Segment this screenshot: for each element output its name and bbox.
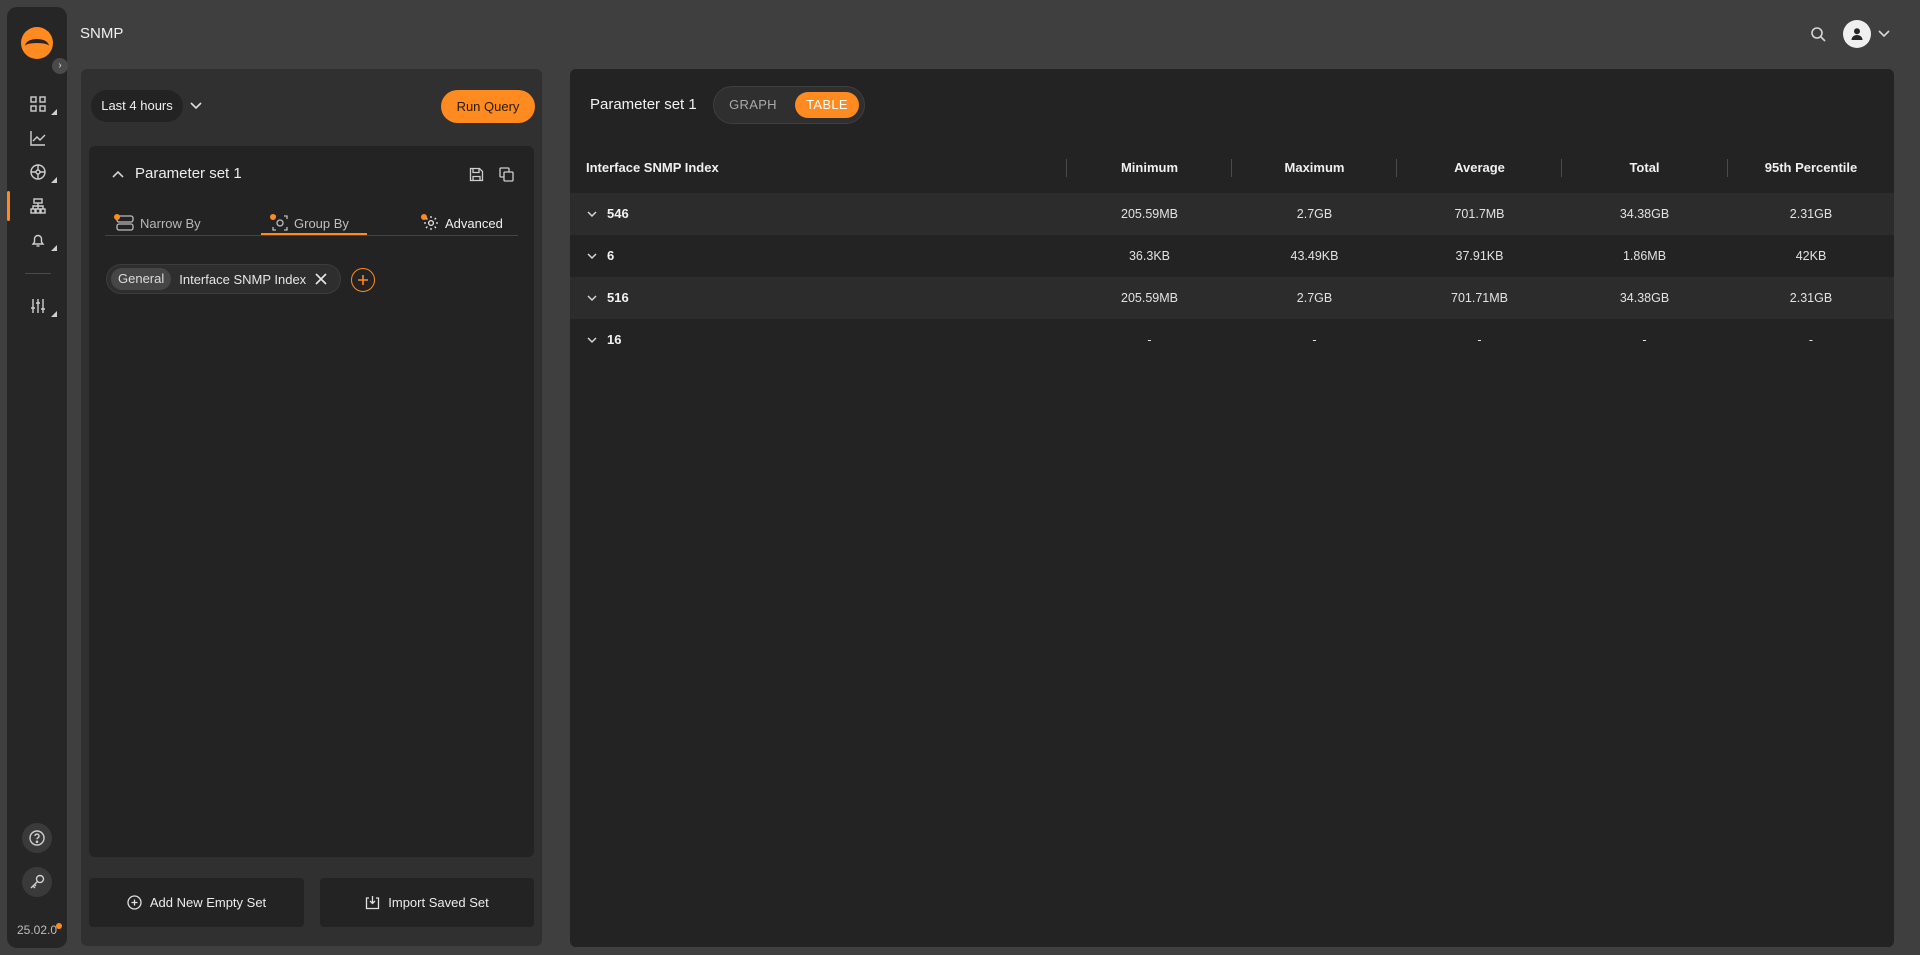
row-index: 6 [607,248,615,263]
flows-sitemap-icon[interactable] [25,193,51,219]
active-tab-underline [261,233,367,235]
cell-p95: 42KB [1795,249,1827,263]
tabs-divider [105,235,518,236]
cell-minimum: - [1147,333,1152,347]
tab-indicator-dot [421,214,427,220]
table-row[interactable]: 516 205.59MB 2.7GB 701.71MB 34.38GB 2.31… [570,277,1894,319]
import-saved-set-button[interactable]: Import Saved Set [320,878,534,927]
tab-advanced[interactable]: Advanced [421,212,503,234]
help-icon[interactable] [22,823,52,853]
cell-total: 1.86MB [1622,249,1667,263]
analytics-chart-icon[interactable] [25,125,51,151]
cell-average: 701.71MB [1451,291,1508,305]
column-header-minimum[interactable]: Minimum [1067,154,1232,182]
cell-maximum: 2.7GB [1296,207,1333,221]
add-group-button[interactable] [351,268,375,292]
row-index: 16 [607,332,622,347]
sidebar-divider [25,273,51,274]
cell-minimum: 205.59MB [1121,207,1178,221]
column-header-index[interactable]: Interface SNMP Index [586,154,719,182]
button-label: Add New Empty Set [149,895,267,910]
settings-sliders-icon[interactable] [25,293,57,319]
cell-minimum: 205.59MB [1121,291,1178,305]
plus-icon [358,275,368,285]
tab-label: Group By [294,215,349,231]
table-row[interactable]: 6 36.3KB 43.49KB 37.91KB 1.86MB 42KB [570,235,1894,277]
save-icon[interactable] [466,163,486,185]
cell-minimum: 36.3KB [1128,249,1170,263]
table-row[interactable]: 16 - - - - - [570,319,1894,361]
chip-value: Interface SNMP Index [179,271,307,287]
cell-maximum: 43.49KB [1290,249,1339,263]
view-toggle: GRAPH TABLE [713,86,865,124]
time-range-selector[interactable]: Last 4 hours [91,90,183,122]
chevron-up-icon[interactable] [108,164,128,184]
parameter-set-title: Parameter set 1 [135,165,242,182]
add-new-empty-set-button[interactable]: Add New Empty Set [89,878,304,927]
group-by-chip[interactable]: General Interface SNMP Index [106,264,341,294]
dashboards-icon[interactable] [25,91,57,117]
cell-p95: 2.31GB [1789,291,1833,305]
import-icon [366,896,380,910]
user-avatar[interactable] [1843,20,1871,48]
active-indicator [7,191,10,221]
cell-maximum: 2.7GB [1296,291,1333,305]
chevron-down-icon[interactable] [582,288,602,308]
tab-indicator-dot [270,214,276,220]
row-index: 516 [607,290,629,305]
cell-total: - [1642,333,1647,347]
column-header-total[interactable]: Total [1562,154,1727,182]
table-header: Interface SNMP Index Minimum Maximum Ave… [570,154,1894,182]
cell-p95: 2.31GB [1789,207,1833,221]
cell-maximum: - [1312,333,1317,347]
chip-category: General [111,268,172,290]
column-header-p95[interactable]: 95th Percentile [1728,154,1894,182]
key-icon[interactable] [22,867,52,897]
tab-indicator-dot [114,214,120,220]
search-icon[interactable] [1806,22,1830,46]
graph-view-button[interactable]: GRAPH [719,92,787,118]
row-index: 546 [607,206,629,221]
update-indicator [56,923,62,929]
copy-icon[interactable] [496,163,516,185]
table-view-button[interactable]: TABLE [795,92,859,118]
tab-narrow-by[interactable]: Narrow By [114,212,201,234]
results-title: Parameter set 1 [590,96,697,113]
cell-total: 34.38GB [1619,291,1670,305]
cell-average: 37.91KB [1455,249,1504,263]
chevron-down-icon[interactable] [186,94,206,118]
chevron-down-icon[interactable] [582,246,602,266]
plus-circle-icon [127,895,142,910]
run-query-button[interactable]: Run Query [441,90,535,123]
tab-label: Narrow By [140,215,201,231]
side-navigation: 25.02.0 [7,7,67,948]
column-header-average[interactable]: Average [1397,154,1562,182]
table-row[interactable]: 546 205.59MB 2.7GB 701.7MB 34.38GB 2.31G… [570,193,1894,235]
tab-label: Advanced [445,215,503,231]
column-header-maximum[interactable]: Maximum [1232,154,1397,182]
cell-average: 701.7MB [1454,207,1505,221]
close-icon[interactable] [312,270,330,288]
chevron-down-icon[interactable] [1874,22,1894,46]
button-label: Import Saved Set [388,895,489,910]
cell-p95: - [1808,333,1814,347]
tab-group-by[interactable]: Group By [270,212,349,234]
alerts-bell-icon[interactable] [25,227,57,253]
parameter-set-card [89,146,534,857]
page-title: SNMP [80,25,124,42]
cell-average: - [1477,333,1482,347]
chevron-down-icon[interactable] [582,204,602,224]
chevron-down-icon[interactable] [582,330,602,350]
cell-total: 34.38GB [1619,207,1670,221]
app-logo[interactable] [21,27,53,59]
network-devices-icon[interactable] [25,159,57,185]
chevron-right-icon[interactable]: › [52,58,68,74]
